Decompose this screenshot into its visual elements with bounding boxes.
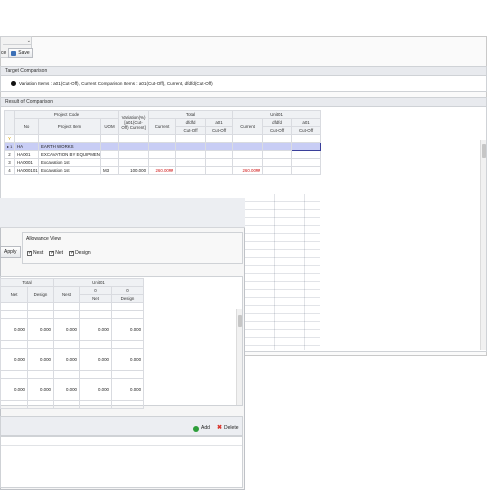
toolbar-dropdown[interactable]: ⌄: [3, 39, 31, 45]
floppy-disk-icon: [11, 50, 17, 56]
nest-checkbox[interactable]: Nest: [27, 250, 43, 256]
detail-window-titlebar: [0, 198, 245, 228]
lower-scroll-thumb[interactable]: [238, 315, 242, 327]
target-comparison-header: Target Comparison: [0, 66, 487, 76]
row-item: EARTH WORKS: [38, 142, 101, 151]
header-unit-current[interactable]: Current: [232, 118, 264, 135]
header-project-item[interactable]: Project Item: [38, 118, 101, 135]
result-scroll-thumb[interactable]: [482, 144, 486, 158]
lower-header-design[interactable]: Design: [27, 286, 54, 303]
header-variation[interactable]: Variation(%) [a01(Cut-Off) Current]: [118, 110, 150, 135]
header-total-a01[interactable]: a01: [205, 118, 234, 127]
table-row[interactable]: 2 HA001 EXCAVATION BY EQUIPMENT: [4, 150, 322, 159]
header-total-dfdfd-cutoff[interactable]: Cut-Off: [175, 126, 207, 135]
header-unit01[interactable]: Unit01: [232, 110, 322, 119]
allowance-view-group: Allowance View Nest Net Design: [22, 232, 243, 264]
allowance-view-title: Allowance View: [26, 236, 61, 242]
lower-header-unit01[interactable]: Unit01: [52, 278, 145, 287]
table-row[interactable]: 3 HA0001 Excavation 1st: [4, 158, 322, 167]
lower-grid: Total Unit01 Net Design Nest 0 0 Net Des…: [0, 278, 145, 409]
delete-icon: ✖: [217, 425, 223, 431]
row-indicator-header: [4, 110, 15, 135]
header-total-current[interactable]: Current: [148, 118, 177, 135]
filter-row[interactable]: Y: [4, 134, 322, 143]
row-indicator: ▸ 1: [4, 142, 15, 151]
radio-icon: [11, 81, 16, 86]
header-unit-dfdfd-cutoff[interactable]: Cut-Off: [262, 126, 293, 135]
apply-button[interactable]: Apply: [0, 246, 21, 258]
header-total-a01-cutoff[interactable]: Cut-Off: [205, 126, 234, 135]
result-header: Result of Comparison: [0, 97, 487, 107]
header-project-code[interactable]: Project Code: [13, 110, 120, 119]
check-icon: [27, 250, 32, 256]
design-checkbox[interactable]: Design: [69, 250, 91, 256]
result-grid-filler: [245, 194, 320, 350]
table-row[interactable]: ▸ 1 HA EARTH WORKS: [4, 142, 322, 151]
table-row[interactable]: 0.000 0.000 0.000 0.000 0.000: [0, 348, 145, 371]
header-unit-dfdfd[interactable]: dfdfd: [262, 118, 293, 127]
top-toolbar: ⌄ ce Save: [0, 36, 33, 58]
bottom-list[interactable]: [0, 436, 243, 488]
header-uom[interactable]: UOM: [99, 118, 120, 135]
target-description: Variation Items : a01(Cut-Off), Current …: [19, 81, 213, 86]
lower-grid-scrollbar[interactable]: [236, 309, 242, 405]
lower-header-unit-design[interactable]: Design: [110, 294, 145, 303]
check-icon: [49, 250, 54, 256]
header-unit-a01[interactable]: a01: [291, 118, 322, 127]
lower-header-net[interactable]: Net: [0, 286, 28, 303]
table-row[interactable]: 4 HA000101 Excavation 1st M3 100.000 260.0…: [4, 166, 322, 175]
add-icon: [193, 425, 199, 432]
result-scrollbar[interactable]: [480, 140, 486, 350]
row-code: HA: [14, 142, 39, 151]
header-total-dfdfd[interactable]: dfdfd: [175, 118, 207, 127]
lower-header-zero[interactable]: 0: [110, 286, 145, 295]
save-button[interactable]: Save: [8, 48, 33, 58]
filter-icon[interactable]: Y: [4, 134, 15, 143]
selected-cell[interactable]: [291, 142, 322, 151]
result-grid: Project Code Variation(%) [a01(Cut-Off) …: [4, 110, 322, 175]
header-total[interactable]: Total: [148, 110, 234, 119]
add-button[interactable]: Add: [190, 424, 213, 433]
save-label: Save: [18, 50, 30, 56]
header-unit-a01-cutoff[interactable]: Cut-Off: [291, 126, 322, 135]
header-no[interactable]: No: [14, 118, 39, 135]
lower-header-unit-net[interactable]: Net: [79, 294, 112, 303]
toolbar-partial-label[interactable]: ce: [1, 50, 6, 56]
net-checkbox[interactable]: Net: [49, 250, 63, 256]
table-row[interactable]: 0.000 0.000 0.000 0.000 0.000: [0, 318, 145, 341]
lower-header-nest[interactable]: Nest: [53, 286, 80, 303]
table-row[interactable]: 0.000 0.000 0.000 0.000 0.000: [0, 378, 145, 401]
delete-button[interactable]: ✖ Delete: [214, 424, 241, 433]
lower-header-zero[interactable]: 0: [79, 286, 112, 295]
check-icon: [69, 250, 74, 256]
target-comparison-body: Variation Items : a01(Cut-Off), Current …: [0, 76, 487, 92]
lower-header-total[interactable]: Total: [0, 278, 54, 287]
